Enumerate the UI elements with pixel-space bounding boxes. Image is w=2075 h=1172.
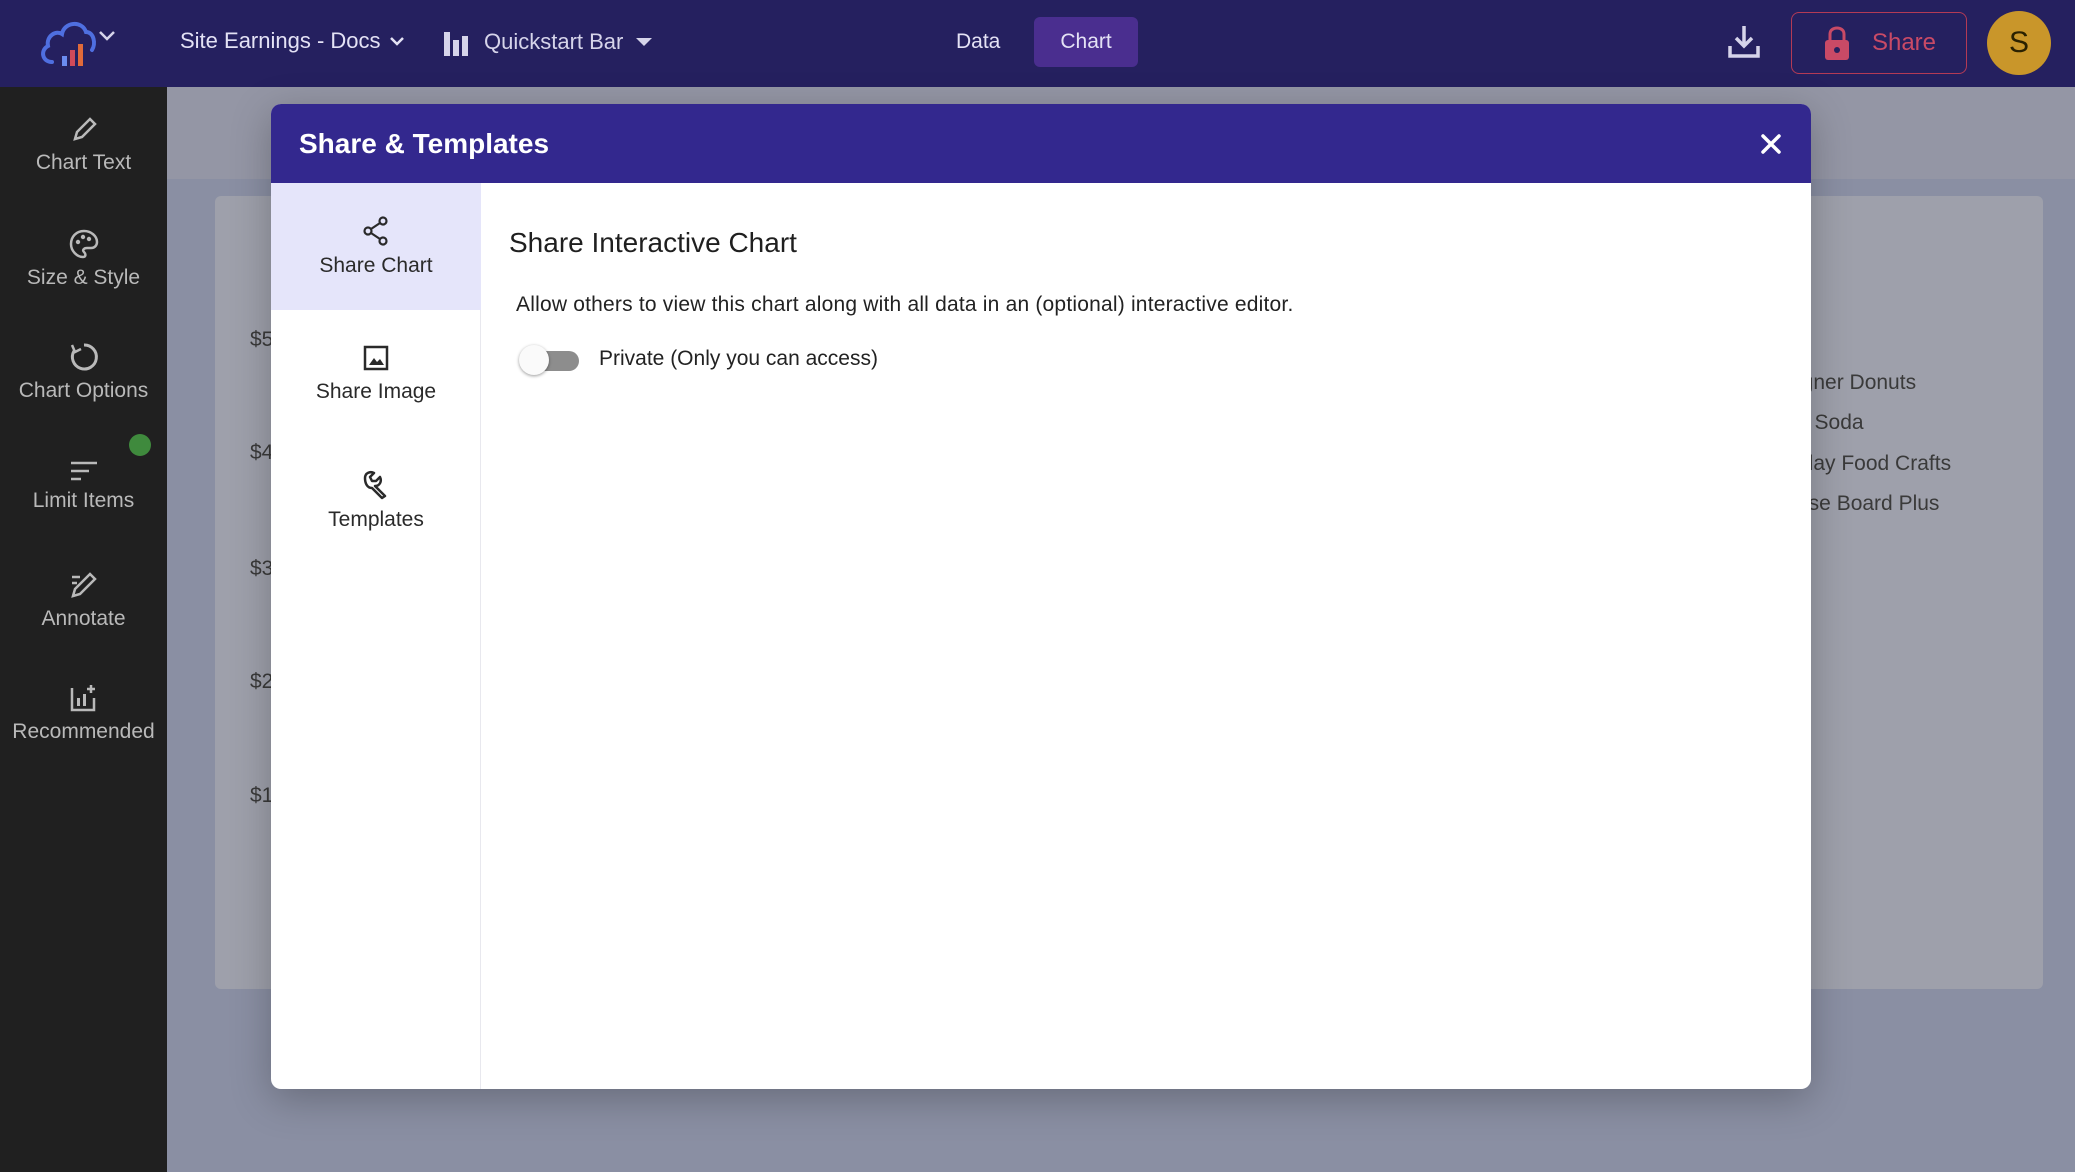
y-axis-tick-label: $2 [250,670,274,693]
modal-title: Share & Templates [299,127,550,159]
chart-plus-icon [70,685,95,712]
share-icon [363,215,388,246]
share-button-label: Share [1871,29,1937,56]
sidebar-item-chart-text[interactable]: Chart Text [0,95,167,195]
pencil-icon [72,117,97,141]
toggle-knob [519,345,549,375]
bar-chart-icon [444,32,468,56]
modal-content: Share Interactive Chart Allow others to … [481,183,1811,1089]
document-title-menu[interactable]: Site Earnings - Docs [180,28,405,54]
section-description: Allow others to view this chart along wi… [516,293,1294,316]
lock-icon [1824,26,1849,60]
nav-share-chart[interactable]: Share Chart [271,183,481,310]
palette-icon [69,229,98,259]
left-sidebar: Chart Text Size & Style Chart Options Li… [0,87,167,1172]
nav-label: Share Chart [319,253,433,277]
limit-items-active-indicator [129,434,151,456]
sidebar-item-annotate[interactable]: Annotate [0,550,167,650]
chevron-down-icon [99,31,115,41]
circle-arrow-icon [70,343,98,371]
download-button[interactable] [1726,22,1762,62]
user-avatar[interactable]: S [1987,11,2051,75]
modal-side-nav: Share Chart Share Image Templates [271,183,481,1089]
document-title: Site Earnings - Docs [180,28,381,53]
filter-lines-icon [70,461,97,481]
sidebar-item-recommended[interactable]: Recommended [0,663,167,763]
chevron-down-icon [389,37,404,46]
y-axis-tick-label: $5 [250,328,274,351]
legend-item: igner Donuts [1797,371,1917,394]
chart-type-label: Quickstart Bar [484,29,624,54]
section-title: Share Interactive Chart [509,227,797,258]
sidebar-item-label: Chart Options [18,379,149,402]
sidebar-item-size-style[interactable]: Size & Style [0,209,167,309]
annotate-icon [70,572,97,598]
close-icon[interactable] [1757,130,1785,158]
privacy-toggle-row: Private (Only you can access) [519,345,878,375]
sidebar-item-label: Limit Items [32,489,135,512]
sidebar-item-label: Chart Text [35,151,132,174]
share-button[interactable]: Share [1791,12,1967,74]
privacy-toggle-label: Private (Only you can access) [599,347,878,370]
y-axis-tick-label: $3 [250,557,274,580]
chart-type-selector[interactable]: Quickstart Bar [442,28,653,56]
top-bar: Site Earnings - Docs Quickstart Bar Data… [0,0,2075,87]
legend-item: ese Board Plus [1797,492,1940,515]
sidebar-item-label: Recommended [12,720,155,743]
y-axis-tick-label: $1 [250,784,274,807]
app-logo-menu[interactable] [38,12,118,74]
cloud-chart-logo-icon [41,22,96,66]
sidebar-item-label: Annotate [41,607,126,630]
nav-label: Share Image [315,379,437,403]
nav-templates[interactable]: Templates [271,437,481,564]
download-icon [1728,26,1760,58]
tab-chart[interactable]: Chart [1034,17,1138,67]
nav-share-image[interactable]: Share Image [271,310,481,437]
y-axis-tick-label: $4 [250,441,274,464]
privacy-toggle[interactable] [519,345,579,375]
legend-item: iday Food Crafts [1797,452,1952,475]
tab-data[interactable]: Data [930,17,1026,67]
sidebar-item-label: Size & Style [26,266,141,289]
modal-header: Share & Templates [271,104,1811,183]
caret-down-icon [636,38,653,46]
image-icon [363,345,389,370]
nav-label: Templates [328,507,424,531]
view-tabs: Data Chart [930,17,1138,67]
share-templates-modal: Share & Templates Share Chart Share Imag… [271,104,1811,1089]
wrench-icon [363,470,387,499]
sidebar-item-chart-options[interactable]: Chart Options [0,322,167,422]
